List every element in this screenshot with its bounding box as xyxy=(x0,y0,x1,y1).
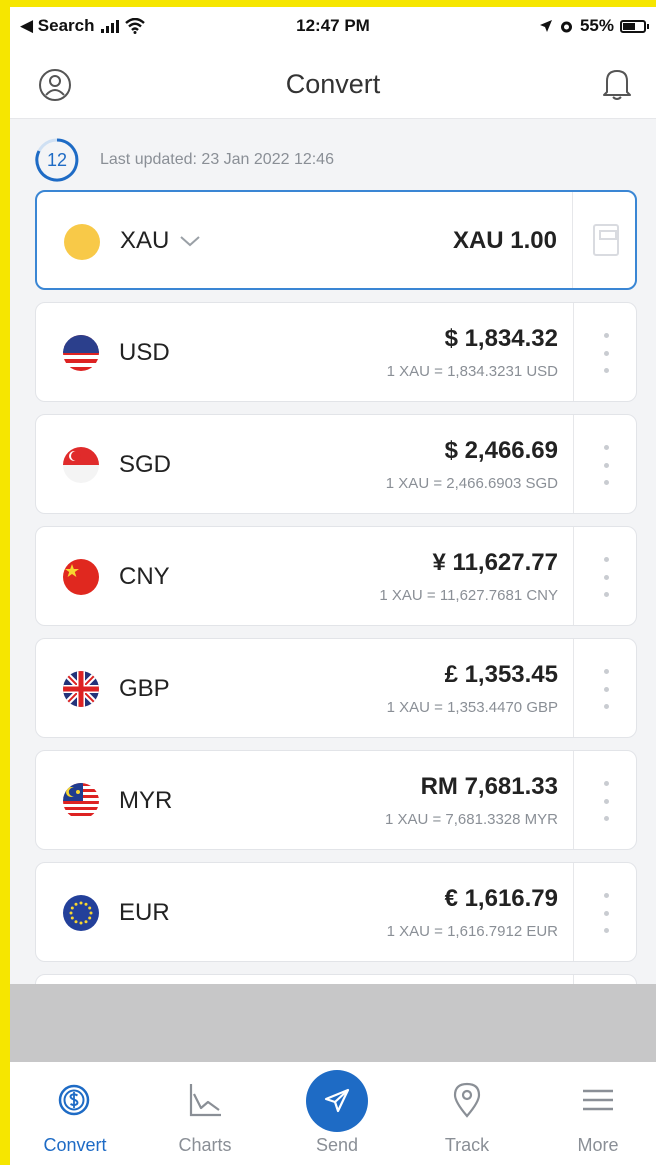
alarm-icon xyxy=(560,21,572,32)
last-updated-text: Last updated: 23 Jan 2022 12:46 xyxy=(100,151,334,168)
currency-card-sgd[interactable]: SGD $ 2,466.69 1 XAU = 2,466.6903 SGD xyxy=(35,414,637,514)
converted-amount: $ 1,834.32 xyxy=(444,325,558,352)
card-divider xyxy=(573,863,574,961)
currency-code: USD xyxy=(119,339,170,366)
refresh-countdown[interactable]: 12 xyxy=(34,137,80,183)
tab-label: Charts xyxy=(178,1135,232,1155)
exchange-rate: 1 XAU = 1,616.7912 EUR xyxy=(386,923,558,940)
chevron-down-icon xyxy=(180,236,201,247)
card-divider xyxy=(573,527,574,625)
app-screen: ◀ Search 12:47 PM 55% Convert 12 Last up… xyxy=(10,7,656,1165)
bell-icon[interactable] xyxy=(600,66,634,102)
currency-code: EUR xyxy=(119,899,170,926)
cny-flag-icon xyxy=(63,559,99,595)
send-button[interactable] xyxy=(306,1070,368,1132)
charts-icon xyxy=(189,1084,221,1117)
gold-coin-icon xyxy=(64,224,100,260)
currency-card-cny[interactable]: CNY ¥ 11,627.77 1 XAU = 11,627.7681 CNY xyxy=(35,526,637,626)
exchange-rate: 1 XAU = 2,466.6903 SGD xyxy=(385,475,558,492)
card-divider xyxy=(573,303,574,401)
currency-code: CNY xyxy=(119,563,170,590)
more-options-icon[interactable] xyxy=(598,781,614,821)
exchange-rate: 1 XAU = 7,681.3328 MYR xyxy=(384,811,558,828)
converted-amount: ¥ 11,627.77 xyxy=(432,549,558,576)
currency-card-usd[interactable]: USD $ 1,834.32 1 XAU = 1,834.3231 USD xyxy=(35,302,637,402)
converted-amount: £ 1,353.45 xyxy=(444,661,558,688)
gbp-flag-icon xyxy=(63,671,99,707)
sgd-flag-icon xyxy=(63,447,99,483)
card-divider xyxy=(573,639,574,737)
countdown-value: 12 xyxy=(46,149,68,170)
tab-label: Convert xyxy=(43,1135,107,1155)
card-divider xyxy=(573,751,574,849)
more-options-icon[interactable] xyxy=(598,669,614,709)
converted-amount: $ 2,466.69 xyxy=(444,437,558,464)
currency-card-eur[interactable]: EUR € 1,616.79 1 XAU = 1,616.7912 EUR xyxy=(35,862,637,962)
tab-convert[interactable]: Convert xyxy=(20,1062,130,1165)
currency-code: GBP xyxy=(119,675,170,702)
tab-track[interactable]: Track xyxy=(412,1062,522,1165)
more-options-icon[interactable] xyxy=(598,557,614,597)
base-amount[interactable]: XAU 1.00 xyxy=(453,227,557,255)
eur-flag-icon xyxy=(63,895,99,931)
currency-code: MYR xyxy=(119,787,173,814)
tab-label: More xyxy=(577,1135,619,1155)
menu-icon xyxy=(583,1089,613,1111)
status-bar: ◀ Search 12:47 PM 55% xyxy=(10,7,656,47)
tab-label: Track xyxy=(444,1135,490,1155)
location-arrow-icon xyxy=(539,20,552,32)
app-header: Convert xyxy=(10,47,656,119)
exchange-rate: 1 XAU = 1,353.4470 GBP xyxy=(386,699,558,716)
more-options-icon[interactable] xyxy=(598,445,614,485)
base-currency-selector[interactable]: XAU xyxy=(120,227,201,255)
tab-label: Send xyxy=(315,1135,359,1155)
more-options-icon[interactable] xyxy=(598,893,614,933)
usd-flag-icon xyxy=(63,335,99,371)
converted-amount: RM 7,681.33 xyxy=(420,773,558,800)
gray-overlay xyxy=(10,984,656,1062)
convert-icon xyxy=(58,1084,90,1116)
myr-flag-icon xyxy=(63,783,99,819)
currency-card-myr[interactable]: MYR RM 7,681.33 1 XAU = 7,681.3328 MYR xyxy=(35,750,637,850)
card-divider xyxy=(572,192,573,288)
send-icon xyxy=(324,1088,350,1113)
currency-card-gbp[interactable]: GBP £ 1,353.45 1 XAU = 1,353.4470 GBP xyxy=(35,638,637,738)
currency-code: SGD xyxy=(119,451,172,478)
card-divider xyxy=(573,415,574,513)
battery-percent: 55% xyxy=(579,16,614,35)
exchange-rate: 1 XAU = 1,834.3231 USD xyxy=(386,363,558,380)
bottom-tab-bar: Convert Charts Send Track More xyxy=(10,1062,656,1165)
exchange-rate: 1 XAU = 11,627.7681 CNY xyxy=(379,587,558,604)
more-options-icon[interactable] xyxy=(598,333,614,373)
status-right: 55% xyxy=(539,16,649,36)
converted-amount: € 1,616.79 xyxy=(444,885,558,912)
location-pin-icon xyxy=(453,1082,481,1118)
base-currency-card[interactable]: XAU XAU 1.00 xyxy=(35,190,637,290)
tab-charts[interactable]: Charts xyxy=(150,1062,260,1165)
update-row: 12 Last updated: 23 Jan 2022 12:46 xyxy=(34,137,334,183)
page-title: Convert xyxy=(285,69,381,99)
battery-icon xyxy=(620,19,649,33)
base-currency-code: XAU xyxy=(120,227,170,254)
calculator-icon[interactable] xyxy=(593,224,619,256)
tab-more[interactable]: More xyxy=(543,1062,653,1165)
